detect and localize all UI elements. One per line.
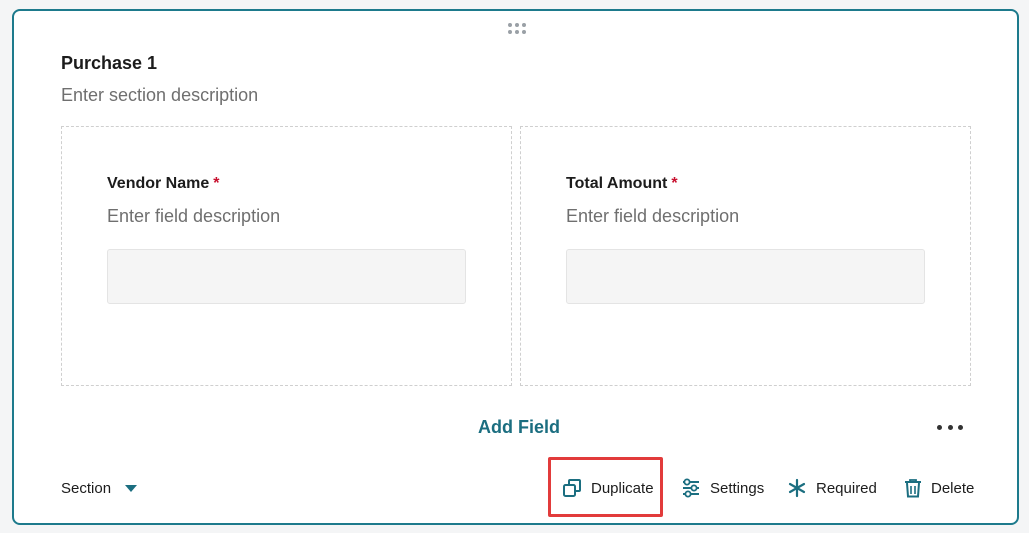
sliders-icon: [683, 478, 699, 498]
field-description[interactable]: Enter field description: [566, 206, 739, 227]
field-label-text: Vendor Name: [107, 175, 210, 192]
required-toggle-button[interactable]: Required: [787, 477, 877, 499]
section-description[interactable]: Enter section description: [61, 85, 258, 106]
asterisk-icon: [788, 478, 806, 498]
total-amount-input[interactable]: [566, 249, 925, 304]
required-asterisk: *: [671, 175, 678, 192]
delete-button[interactable]: Delete: [904, 477, 974, 499]
caret-down-icon: [125, 484, 138, 492]
section-dropdown-label: Section: [61, 479, 112, 497]
section-type-dropdown[interactable]: Section: [61, 478, 138, 498]
vendor-name-input[interactable]: [107, 249, 466, 304]
settings-button[interactable]: Settings: [681, 477, 764, 499]
duplicate-label: Duplicate: [591, 479, 654, 497]
field-label-text: Total Amount: [566, 175, 668, 192]
field-card-vendor-name[interactable]: Vendor Name * Enter field description: [61, 126, 512, 386]
duplicate-icon: [563, 479, 581, 497]
duplicate-button[interactable]: Duplicate: [562, 477, 654, 499]
more-horizontal-icon[interactable]: [937, 425, 963, 431]
field-description[interactable]: Enter field description: [107, 206, 280, 227]
delete-label: Delete: [931, 479, 975, 497]
add-field-button[interactable]: Add Field: [478, 417, 560, 438]
required-asterisk: *: [213, 175, 220, 192]
section-title[interactable]: Purchase 1: [61, 53, 157, 74]
field-label: Vendor Name *: [107, 175, 220, 193]
section-card: Purchase 1 Enter section description Ven…: [12, 9, 1019, 525]
field-card-total-amount[interactable]: Total Amount * Enter field description: [520, 126, 971, 386]
field-label: Total Amount *: [566, 175, 678, 193]
trash-icon: [905, 479, 921, 498]
settings-label: Settings: [710, 479, 765, 497]
required-label: Required: [816, 479, 877, 497]
drag-handle-icon[interactable]: [508, 23, 528, 35]
